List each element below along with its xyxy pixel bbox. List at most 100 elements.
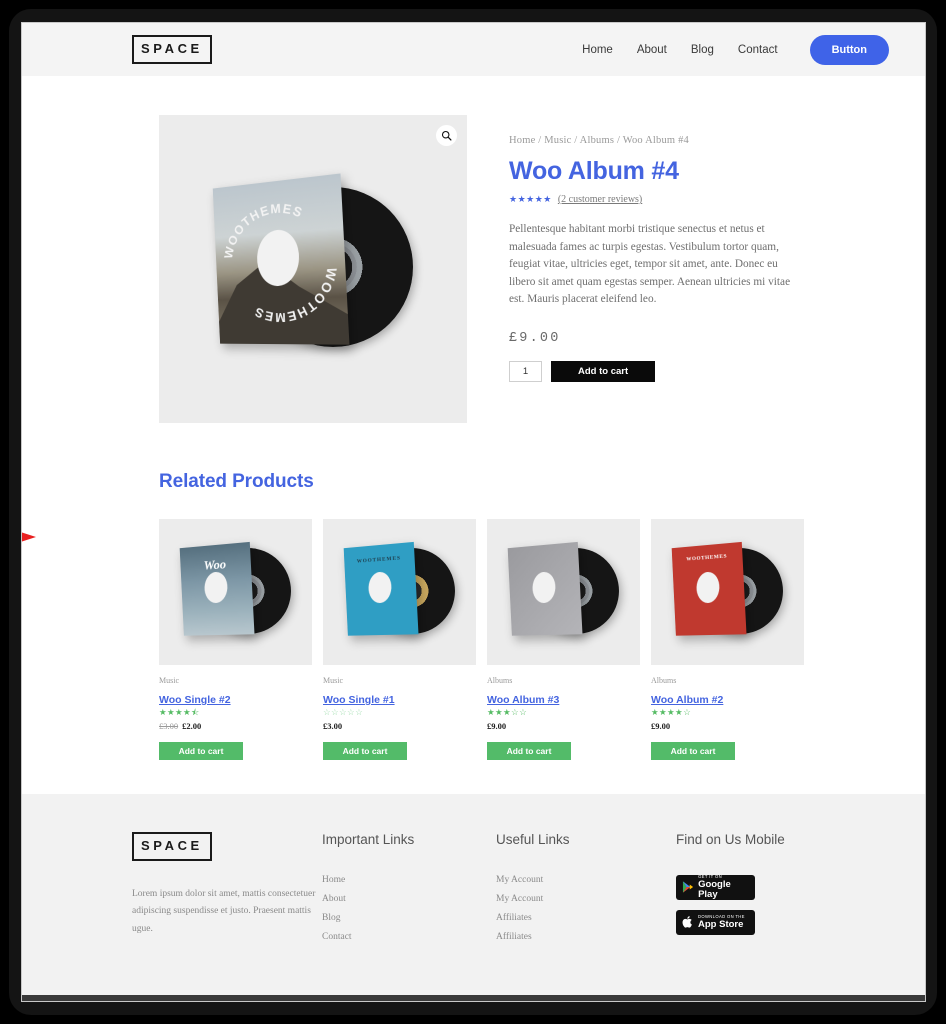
footer-link-affiliates-2[interactable]: Affiliates — [496, 932, 676, 942]
product-card: WOOTHEMES Albums Woo Album #2 ★★★★☆ £9.0… — [651, 519, 804, 760]
primary-navigation: Home About Blog Contact Button — [582, 34, 889, 65]
footer-logo-text: SPACE — [141, 837, 203, 853]
product-card: WOOTHEMES Music Woo Single #1 ☆☆☆☆☆ £3.0… — [323, 519, 476, 760]
product-old-price: £3.00 — [159, 720, 179, 731]
add-to-cart-button[interactable]: Add to cart — [487, 741, 571, 760]
badge-text: Download on the App Store — [698, 914, 745, 930]
copyright-bar: Copyright © 2018 Astra | Powered by Astr… — [22, 994, 925, 1001]
rating-stars: ★★★★★ — [509, 194, 552, 204]
footer-link-about[interactable]: About — [322, 894, 496, 904]
sleeve-hole — [203, 571, 228, 604]
artwork-text-2: WOOTHEMES — [249, 264, 342, 324]
product-card: Woo Music Woo Single #2 ★★★★⯪ £3.00 £2.00… — [159, 519, 312, 760]
product-rating-stars: ★★★★☆ — [651, 707, 692, 717]
footer-link-my-account-1[interactable]: My Account — [496, 875, 676, 885]
footer-link-my-account-2[interactable]: My Account — [496, 894, 676, 904]
footer-mobile-column: Find on Us Mobile GET IT ON Google Play — [676, 832, 856, 951]
google-play-badge[interactable]: GET IT ON Google Play — [676, 874, 755, 900]
rating-row: ★★★★★ (2 customer reviews) — [509, 194, 801, 205]
footer-column-title: Useful Links — [496, 831, 570, 847]
artwork-text-1: WOOTHEMES — [219, 198, 307, 260]
product-current-price: £9.00 — [651, 720, 671, 731]
product-name-link[interactable]: Woo Single #1 — [323, 694, 395, 706]
related-products-section: Related Products Woo Music Woo Single #2… — [22, 423, 925, 760]
album-sleeve: Woo — [179, 541, 254, 636]
customer-reviews-link[interactable]: (2 customer reviews) — [558, 194, 642, 205]
add-to-cart-button[interactable]: Add to cart — [651, 741, 735, 760]
product-category: Albums — [487, 676, 513, 685]
badge-title: App Store — [698, 918, 744, 930]
browser-viewport: SPACE Home About Blog Contact Button WOO… — [21, 22, 926, 1002]
site-logo[interactable]: SPACE — [132, 35, 212, 64]
album-sleeve: WOOTHEMES — [671, 541, 746, 636]
product-name-link[interactable]: Woo Album #3 — [487, 694, 559, 706]
product-current-price: £9.00 — [487, 720, 507, 731]
footer-link-affiliates-1[interactable]: Affiliates — [496, 913, 676, 923]
apple-icon — [682, 916, 692, 928]
quantity-input[interactable] — [509, 360, 542, 382]
add-to-cart-form: Add to cart — [509, 360, 801, 382]
nav-item-blog[interactable]: Blog — [691, 44, 714, 56]
sleeve-artwork-text: WOOTHEMES WOOTHEMES — [219, 198, 342, 324]
app-store-badge[interactable]: Download on the App Store — [676, 909, 755, 935]
related-products-heading: Related Products — [159, 471, 314, 492]
nav-item-about[interactable]: About — [637, 44, 667, 56]
footer-logo[interactable]: SPACE — [132, 831, 212, 861]
product-detail-section: WOOTHEMES WOOTHEMES Home / Music / Album… — [22, 76, 925, 423]
sleeve-label: WOOTHEMES — [356, 555, 401, 565]
site-header: SPACE Home About Blog Contact Button — [22, 23, 925, 76]
add-to-cart-button[interactable]: Add to cart — [551, 360, 656, 382]
product-rating-stars: ☆☆☆☆☆ — [323, 707, 364, 717]
add-to-cart-button[interactable]: Add to cart — [323, 741, 407, 760]
sleeve-label — [508, 552, 578, 558]
product-thumbnail[interactable] — [487, 519, 640, 665]
product-name-link[interactable]: Woo Single #2 — [159, 694, 231, 706]
svg-text:WOOTHEMES: WOOTHEMES — [249, 264, 342, 324]
product-category: Music — [323, 676, 343, 685]
nav-item-home[interactable]: Home — [582, 44, 613, 56]
product-category: Albums — [651, 676, 677, 685]
product-price: £3.00 £2.00 — [159, 721, 312, 731]
search-icon[interactable] — [436, 125, 457, 146]
product-image: WOOTHEMES WOOTHEMES — [159, 115, 467, 423]
footer-link-contact[interactable]: Contact — [322, 932, 496, 942]
nav-item-contact[interactable]: Contact — [738, 44, 778, 56]
product-gallery[interactable]: WOOTHEMES WOOTHEMES — [159, 115, 467, 423]
footer-useful-links-column: Useful Links My Account My Account Affil… — [496, 832, 676, 951]
svg-text:WOOTHEMES: WOOTHEMES — [219, 198, 307, 260]
header-cta-button[interactable]: Button — [809, 34, 889, 65]
footer-column-title: Important Links — [322, 831, 415, 847]
page-title: Woo Album #4 — [509, 157, 679, 185]
product-name-link[interactable]: Woo Album #2 — [651, 694, 723, 706]
product-current-price: £2.00 — [182, 720, 202, 731]
footer-important-links-column: Important Links Home About Blog Contact — [322, 832, 496, 951]
footer-link-home[interactable]: Home — [322, 875, 496, 885]
product-thumbnail[interactable]: WOOTHEMES — [651, 519, 804, 665]
badge-text: GET IT ON Google Play — [698, 874, 749, 900]
breadcrumb[interactable]: Home / Music / Albums / Woo Album #4 — [509, 135, 801, 146]
product-price: £3.00 — [323, 721, 476, 731]
sleeve-hole — [695, 571, 720, 604]
album-sleeve — [507, 541, 582, 636]
red-arrow-annotation — [22, 532, 36, 542]
footer-link-blog[interactable]: Blog — [322, 913, 496, 923]
site-footer: SPACE Lorem ipsum dolor sit amet, mattis… — [22, 793, 925, 995]
add-to-cart-button[interactable]: Add to cart — [159, 741, 243, 760]
footer-brand-column: SPACE Lorem ipsum dolor sit amet, mattis… — [132, 831, 322, 951]
footer-column-title: Find on Us Mobile — [676, 831, 785, 847]
product-price: £9.00 — [509, 330, 561, 346]
product-current-price: £3.00 — [323, 720, 343, 731]
product-rating-stars: ★★★★⯪ — [159, 707, 200, 717]
related-products-grid: Woo Music Woo Single #2 ★★★★⯪ £3.00 £2.00… — [159, 519, 925, 760]
product-info: Home / Music / Albums / Woo Album #4 Woo… — [509, 115, 801, 423]
badge-title: Google Play — [698, 879, 731, 900]
sleeve-label: WOOTHEMES — [685, 553, 727, 563]
sleeve-hole — [367, 571, 392, 604]
product-thumbnail[interactable]: WOOTHEMES — [323, 519, 476, 665]
footer-description: Lorem ipsum dolor sit amet, mattis conse… — [132, 888, 316, 934]
product-price: £9.00 — [651, 721, 804, 731]
product-rating-stars: ★★★☆☆ — [487, 707, 528, 717]
device-frame: SPACE Home About Blog Contact Button WOO… — [9, 9, 937, 1015]
product-price: £9.00 — [487, 721, 640, 731]
product-thumbnail[interactable]: Woo — [159, 519, 312, 665]
